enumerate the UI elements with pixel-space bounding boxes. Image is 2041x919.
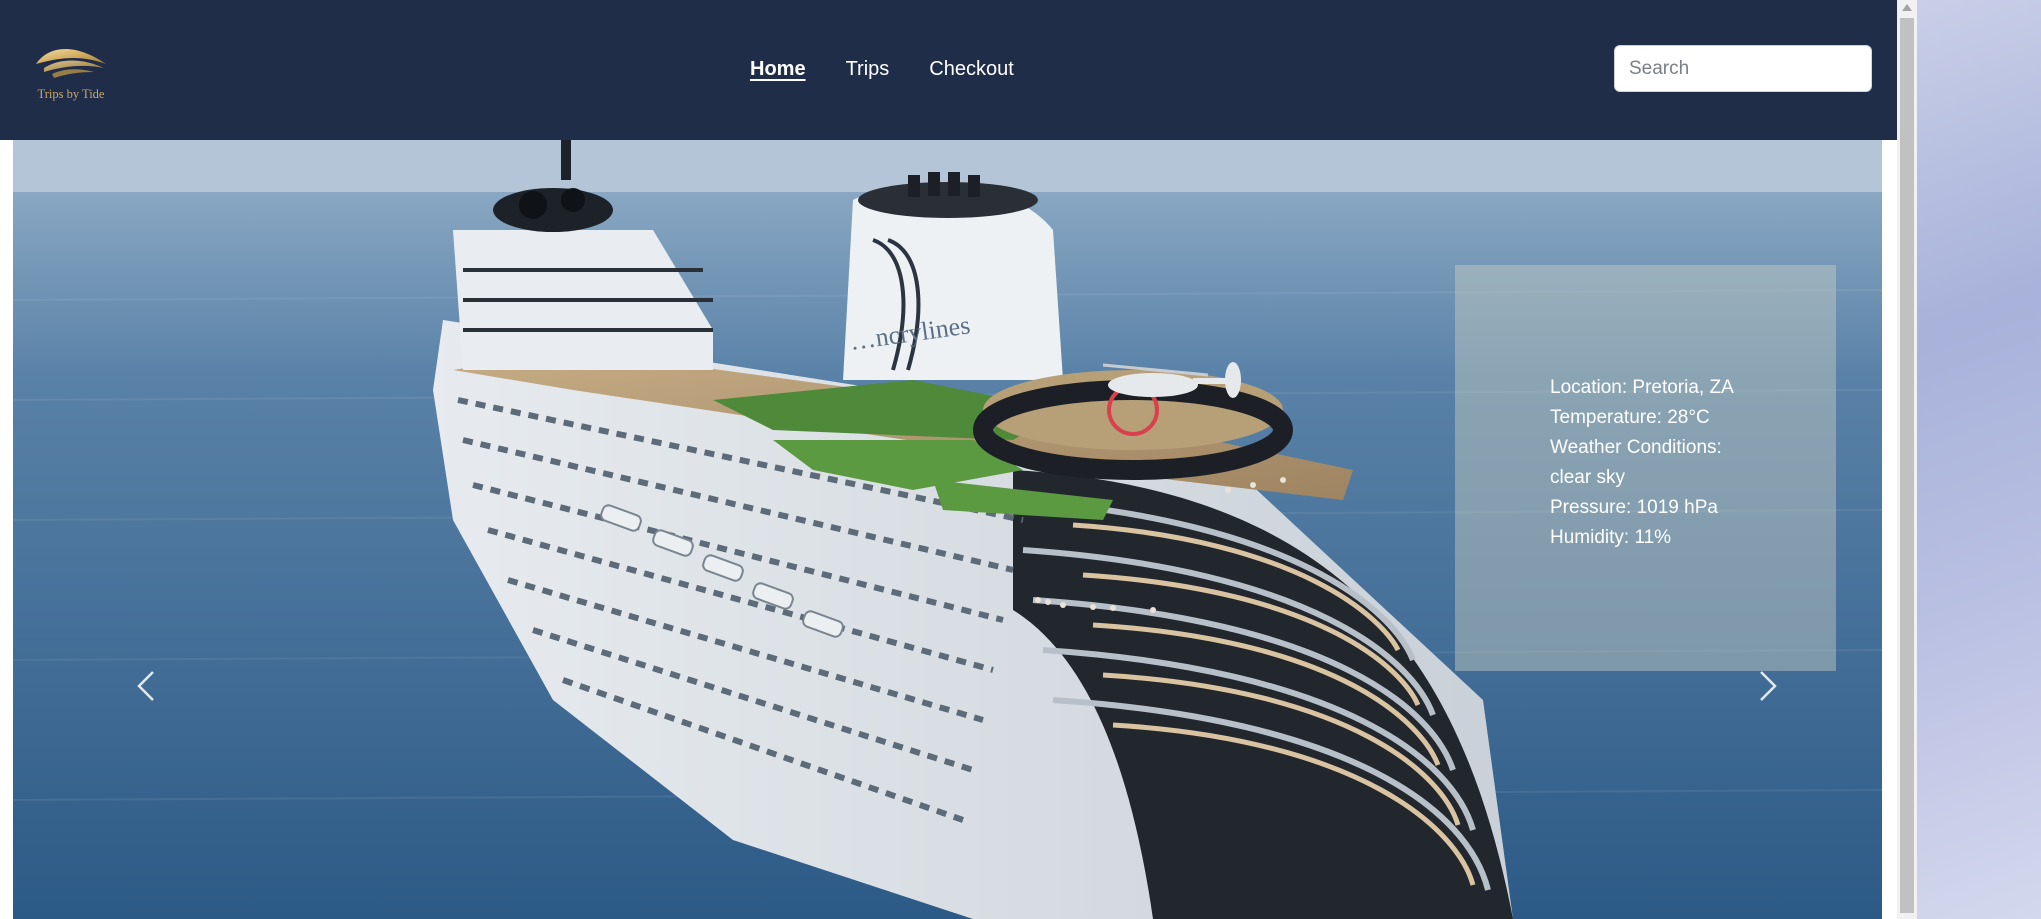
weather-conditions-label: Weather Conditions:	[1550, 437, 1722, 458]
chevron-left-icon	[137, 671, 154, 701]
nav-link-checkout[interactable]: Checkout	[929, 57, 1014, 81]
main-nav: Home Trips Checkout	[750, 57, 1014, 81]
search-input[interactable]	[1614, 45, 1872, 92]
desktop-background	[1917, 0, 2041, 919]
brand-logo[interactable]: Trips by Tide	[28, 42, 114, 102]
weather-temperature: Temperature: 28°C	[1550, 407, 1710, 428]
weather-humidity: Humidity: 11%	[1550, 527, 1672, 548]
weather-pressure: Pressure: 1019 hPa	[1550, 497, 1718, 518]
navbar: Trips by Tide Home Trips Checkout	[0, 0, 1897, 140]
nav-link-home[interactable]: Home	[750, 57, 806, 81]
nav-link-trips[interactable]: Trips	[846, 57, 890, 81]
carousel-prev-button[interactable]	[125, 660, 169, 712]
scrollbar-thumb[interactable]	[1900, 18, 1914, 913]
weather-conditions-value: clear sky	[1550, 467, 1625, 488]
scroll-up-arrow-icon[interactable]	[1902, 4, 1912, 11]
page: Trips by Tide Home Trips Checkout Search…	[0, 0, 1897, 919]
sail-logo-icon	[36, 48, 106, 78]
vertical-scrollbar[interactable]	[1897, 0, 1917, 919]
weather-location: Location: Pretoria, ZA	[1550, 377, 1734, 398]
hero-carousel: …ncrylines Location: Pretoria, ZA Temper…	[13, 140, 1882, 919]
weather-panel: Location: Pretoria, ZA Temperature: 28°C…	[1455, 265, 1836, 671]
brand-name: Trips by Tide	[37, 87, 105, 101]
